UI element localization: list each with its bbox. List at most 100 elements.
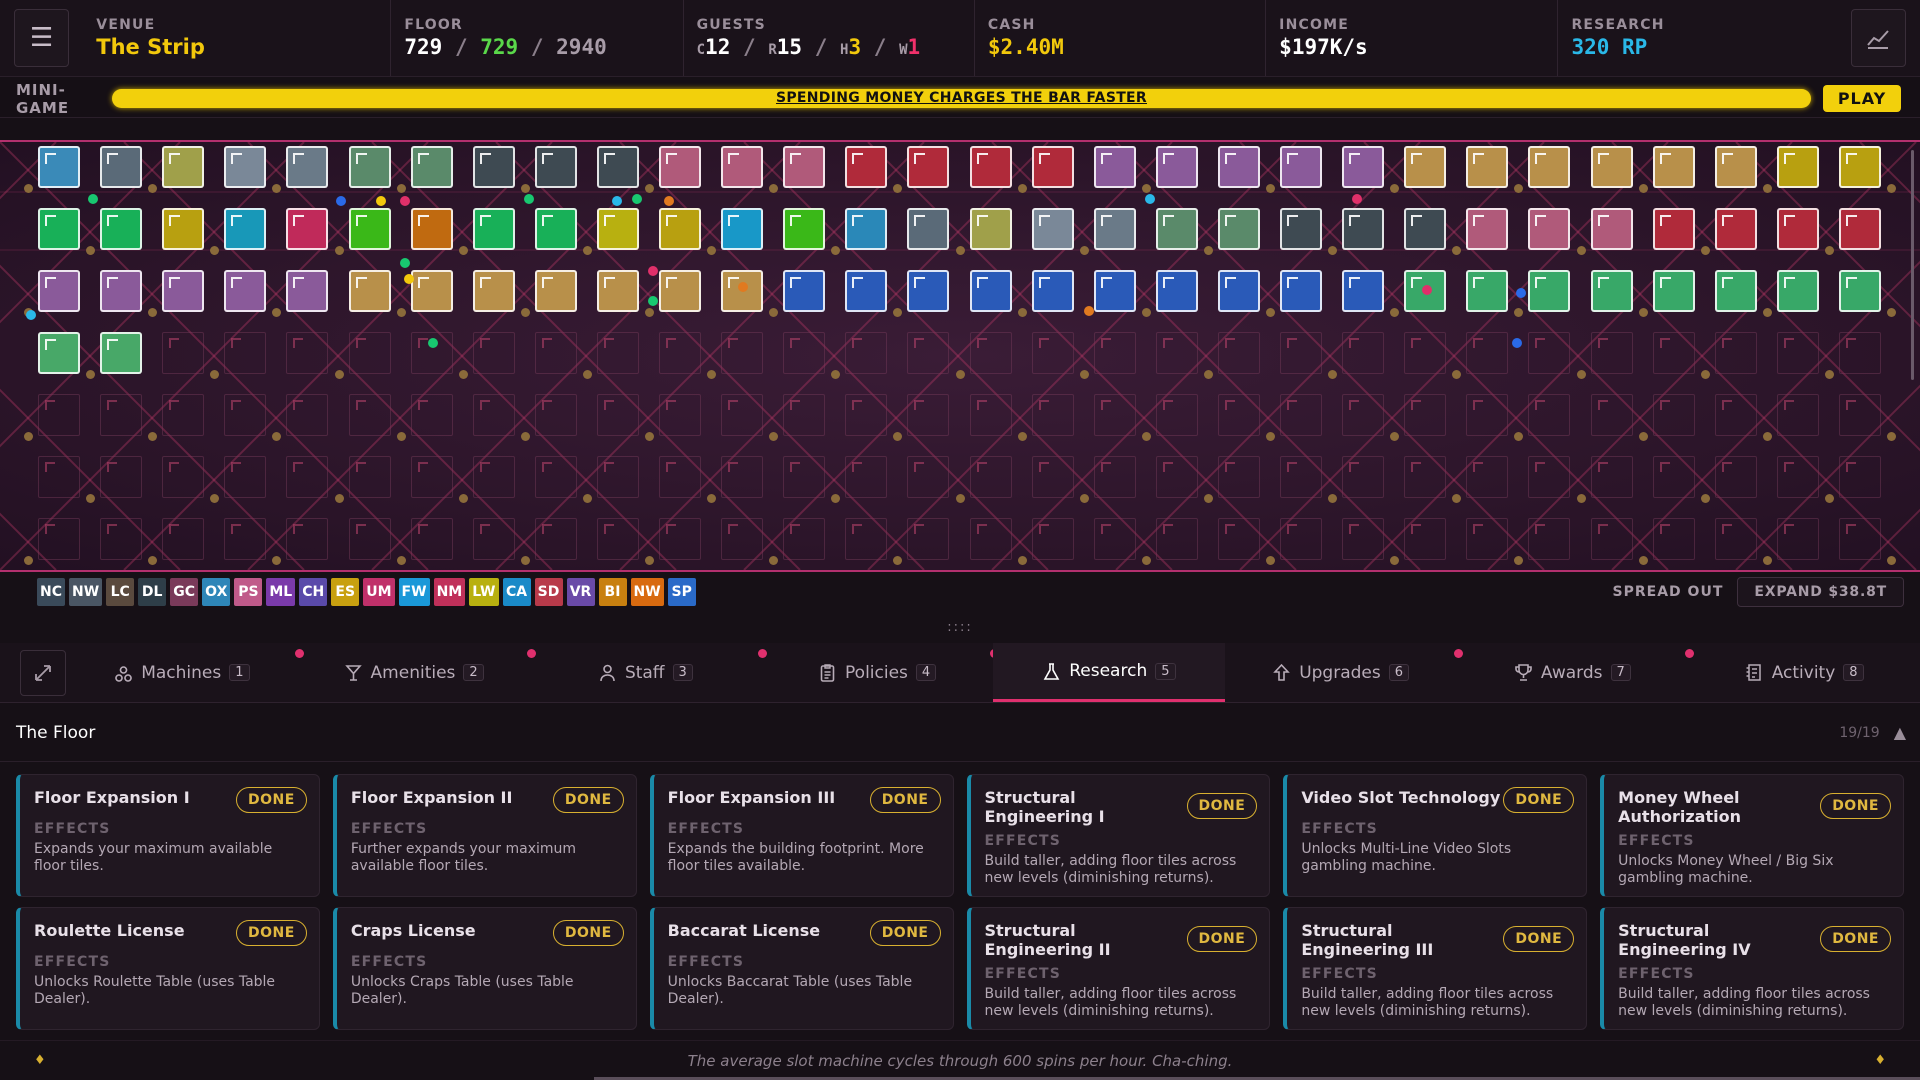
tab-amenities[interactable]: Amenities 2 xyxy=(298,643,536,702)
machine-tile[interactable] xyxy=(907,270,950,312)
empty-floor-slot[interactable] xyxy=(162,394,205,436)
expand-button[interactable]: EXPAND $38.8T xyxy=(1737,577,1904,607)
empty-floor-slot[interactable] xyxy=(721,332,764,374)
empty-floor-slot[interactable] xyxy=(1217,518,1260,560)
empty-floor-slot[interactable] xyxy=(38,394,80,436)
machine-tile[interactable] xyxy=(100,270,143,312)
empty-floor-slot[interactable] xyxy=(1280,456,1322,498)
empty-floor-slot[interactable] xyxy=(1466,456,1509,498)
legend-code-nw[interactable]: NW xyxy=(69,578,103,606)
empty-floor-slot[interactable] xyxy=(1714,518,1757,560)
empty-floor-slot[interactable] xyxy=(1466,394,1509,436)
machine-tile[interactable] xyxy=(286,270,329,312)
machine-tile[interactable] xyxy=(907,146,950,188)
empty-floor-slot[interactable] xyxy=(1590,518,1633,560)
empty-floor-slot[interactable] xyxy=(1652,518,1695,560)
legend-code-ps[interactable]: PS xyxy=(234,578,263,606)
empty-floor-slot[interactable] xyxy=(1528,456,1571,498)
empty-floor-slot[interactable] xyxy=(845,394,888,436)
machine-tile[interactable] xyxy=(348,146,391,188)
legend-code-dl[interactable]: DL xyxy=(138,578,167,606)
expand-panel-button[interactable] xyxy=(20,650,66,696)
empty-floor-slot[interactable] xyxy=(1528,518,1571,560)
empty-floor-slot[interactable] xyxy=(783,456,826,498)
empty-floor-slot[interactable] xyxy=(286,332,329,374)
tab-staff[interactable]: Staff 3 xyxy=(530,643,768,702)
empty-floor-slot[interactable] xyxy=(162,456,205,498)
empty-floor-slot[interactable] xyxy=(534,456,577,498)
research-card[interactable]: Floor Expansion III DONE EFFECTS Expands th… xyxy=(649,774,954,897)
empty-floor-slot[interactable] xyxy=(783,332,826,374)
empty-floor-slot[interactable] xyxy=(969,518,1012,560)
machine-tile[interactable] xyxy=(1404,208,1447,250)
research-card[interactable]: Money Wheel Authorization DONE EFFECTS Unlo… xyxy=(1600,774,1904,897)
machine-tile[interactable] xyxy=(1280,208,1322,250)
empty-floor-slot[interactable] xyxy=(100,394,143,436)
machine-tile[interactable] xyxy=(1590,146,1633,188)
machine-tile[interactable] xyxy=(472,270,515,312)
machine-tile[interactable] xyxy=(783,208,826,250)
tab-upgrades[interactable]: Upgrades 6 xyxy=(1225,643,1463,702)
machine-tile[interactable] xyxy=(534,146,577,188)
machine-tile[interactable] xyxy=(1528,208,1571,250)
empty-floor-slot[interactable] xyxy=(286,518,329,560)
machine-tile[interactable] xyxy=(1404,146,1447,188)
empty-floor-slot[interactable] xyxy=(1404,332,1447,374)
section-header[interactable]: The Floor 19/19 ▲ xyxy=(0,704,1920,762)
machine-tile[interactable] xyxy=(410,270,453,312)
empty-floor-slot[interactable] xyxy=(1590,394,1633,436)
machine-tile[interactable] xyxy=(845,146,888,188)
machine-tile[interactable] xyxy=(1652,208,1695,250)
casino-floor-grid[interactable] xyxy=(0,140,1920,572)
empty-floor-slot[interactable] xyxy=(224,332,267,374)
machine-tile[interactable] xyxy=(1528,270,1571,312)
spread-out-button[interactable]: SPREAD OUT xyxy=(1613,584,1724,600)
machine-tile[interactable] xyxy=(1155,146,1198,188)
legend-code-vr[interactable]: VR xyxy=(566,578,595,606)
legend-code-ch[interactable]: CH xyxy=(299,578,328,606)
machine-tile[interactable] xyxy=(845,270,888,312)
empty-floor-slot[interactable] xyxy=(1031,332,1074,374)
machine-tile[interactable] xyxy=(100,332,143,374)
machine-tile[interactable] xyxy=(1093,270,1136,312)
machine-tile[interactable] xyxy=(348,208,391,250)
empty-floor-slot[interactable] xyxy=(1714,332,1757,374)
empty-floor-slot[interactable] xyxy=(1652,332,1695,374)
empty-floor-slot[interactable] xyxy=(224,456,267,498)
empty-floor-slot[interactable] xyxy=(162,332,205,374)
empty-floor-slot[interactable] xyxy=(1280,332,1322,374)
machine-tile[interactable] xyxy=(783,146,826,188)
research-card[interactable]: Baccarat License DONE EFFECTS Unlocks Bacca… xyxy=(649,907,954,1030)
machine-tile[interactable] xyxy=(1714,270,1757,312)
research-card[interactable]: Structural Engineering II DONE EFFECTS Buil… xyxy=(966,907,1271,1030)
machine-tile[interactable] xyxy=(38,270,80,312)
empty-floor-slot[interactable] xyxy=(1652,456,1695,498)
empty-floor-slot[interactable] xyxy=(1031,518,1074,560)
collapse-up-icon[interactable]: ▲ xyxy=(1894,723,1906,742)
empty-floor-slot[interactable] xyxy=(410,394,453,436)
empty-floor-slot[interactable] xyxy=(1714,456,1757,498)
machine-tile[interactable] xyxy=(1838,270,1881,312)
empty-floor-slot[interactable] xyxy=(100,456,143,498)
empty-floor-slot[interactable] xyxy=(1342,518,1385,560)
empty-floor-slot[interactable] xyxy=(1031,456,1074,498)
machine-tile[interactable] xyxy=(1466,270,1509,312)
panel-resize-handle[interactable]: :::: xyxy=(0,614,1920,640)
machine-tile[interactable] xyxy=(1093,146,1136,188)
empty-floor-slot[interactable] xyxy=(907,394,950,436)
machine-tile[interactable] xyxy=(721,208,764,250)
machine-tile[interactable] xyxy=(1776,208,1819,250)
legend-code-lc[interactable]: LC xyxy=(106,578,135,606)
empty-floor-slot[interactable] xyxy=(100,518,143,560)
legend-code-es[interactable]: ES xyxy=(331,578,360,606)
empty-floor-slot[interactable] xyxy=(783,518,826,560)
empty-floor-slot[interactable] xyxy=(1776,518,1819,560)
empty-floor-slot[interactable] xyxy=(348,518,391,560)
machine-tile[interactable] xyxy=(845,208,888,250)
machine-tile[interactable] xyxy=(1590,208,1633,250)
empty-floor-slot[interactable] xyxy=(659,518,701,560)
empty-floor-slot[interactable] xyxy=(534,332,577,374)
empty-floor-slot[interactable] xyxy=(1093,456,1136,498)
legend-code-fw[interactable]: FW xyxy=(398,578,430,606)
empty-floor-slot[interactable] xyxy=(1466,518,1509,560)
